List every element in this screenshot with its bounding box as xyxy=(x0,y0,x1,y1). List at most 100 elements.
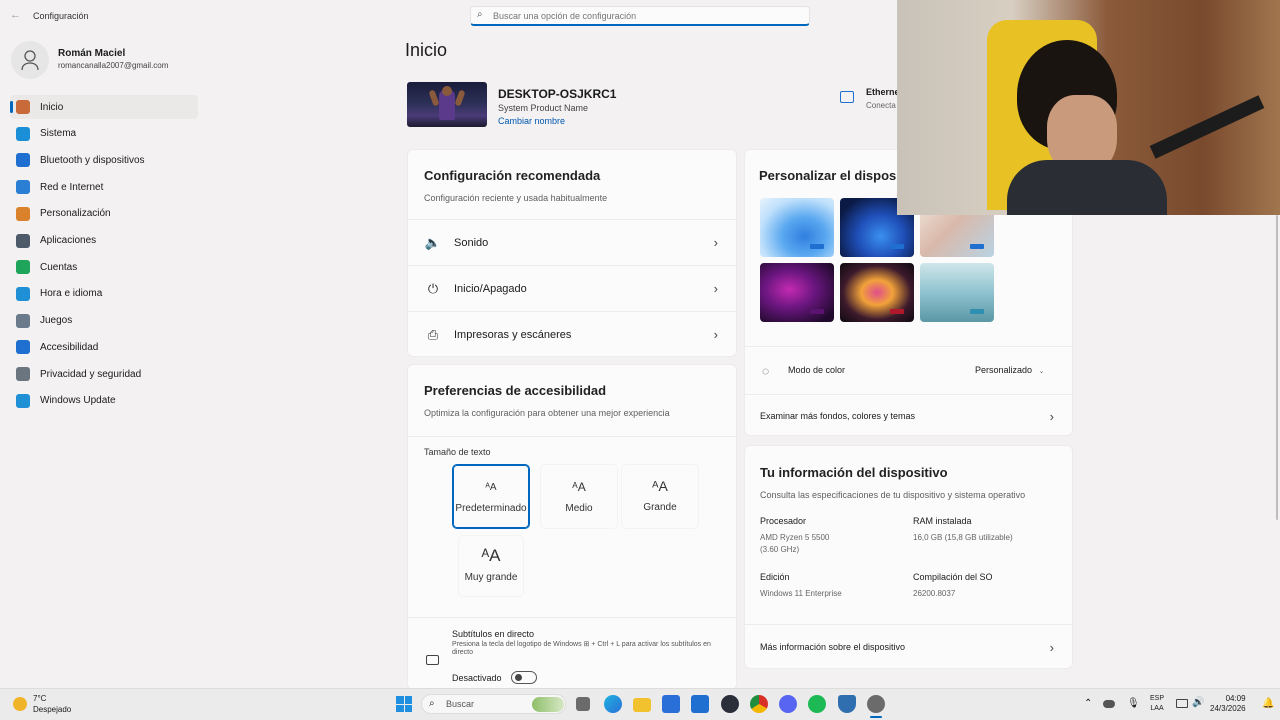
sidebar-item-aplicaciones[interactable]: Aplicaciones xyxy=(10,229,198,253)
processor-value: AMD Ryzen 5 5500 xyxy=(760,533,830,542)
text-size-default[interactable]: ᴬA Predeterminado xyxy=(452,464,530,529)
accounts-icon xyxy=(16,260,30,275)
text-size-label: Predeterminado xyxy=(455,503,527,514)
network-label[interactable]: Etherne xyxy=(866,87,900,97)
edge-icon[interactable] xyxy=(604,695,622,713)
personalize-more-row[interactable]: Examinar más fondos, colores y temas › xyxy=(745,394,1072,437)
sidebar-item-juegos[interactable]: Juegos xyxy=(10,309,198,333)
wallpaper-thumb[interactable] xyxy=(920,263,994,322)
task-view-icon[interactable] xyxy=(576,697,590,711)
outlook-icon[interactable] xyxy=(691,695,709,713)
system-icon xyxy=(16,126,30,141)
scrollbar[interactable] xyxy=(1276,215,1278,520)
store-icon[interactable] xyxy=(662,695,680,713)
recommended-subtitle: Configuración reciente y usada habitualm… xyxy=(424,193,608,203)
sidebar-item-privacidad-y-seguridad[interactable]: Privacidad y seguridad xyxy=(10,362,198,386)
tray-cloud-icon[interactable] xyxy=(1103,700,1115,708)
sidebar-item-hora-e-idioma[interactable]: Hora e idioma xyxy=(10,282,198,306)
active-app-indicator xyxy=(870,716,882,718)
gamepad-icon xyxy=(16,313,30,328)
wallpaper-thumb[interactable] xyxy=(760,198,834,257)
weather-icon[interactable] xyxy=(13,697,27,711)
device-info-card: Tu información del dispositivo Consulta … xyxy=(744,445,1073,669)
file-explorer-icon[interactable] xyxy=(633,698,651,712)
text-size-xlarge[interactable]: ᴬA Muy grande xyxy=(458,535,524,597)
search-input[interactable] xyxy=(493,9,793,23)
captions-toggle[interactable] xyxy=(511,671,537,684)
sidebar-item-inicio[interactable]: Inicio xyxy=(10,95,198,119)
sidebar-item-personalización[interactable]: Personalización xyxy=(10,202,198,226)
text-size-large[interactable]: ᴬA Grande xyxy=(621,464,699,529)
wallpaper-thumb[interactable] xyxy=(840,263,914,322)
recommended-row-power[interactable]: ⏻ Inicio/Apagado › xyxy=(408,265,736,311)
recommended-row-printers[interactable]: ⎙ Impresoras y escáneres › xyxy=(408,311,736,357)
personalize-title: Personalizar el dispositi xyxy=(759,168,908,183)
notification-bell-icon[interactable]: 🔔 xyxy=(1262,698,1274,709)
chevron-up-icon[interactable]: ⌃ xyxy=(1084,698,1092,709)
row-label: Sonido xyxy=(454,236,489,249)
weather-temp: 7°C xyxy=(33,694,47,703)
color-mode-dropdown[interactable]: Personalizado ⌄ xyxy=(975,365,1044,375)
chevron-down-icon: ⌄ xyxy=(1038,368,1045,375)
shield-icon xyxy=(16,367,30,381)
sidebar-item-label: Aplicaciones xyxy=(40,235,97,246)
recommended-title: Configuración recomendada xyxy=(424,168,601,183)
discord-icon[interactable] xyxy=(779,695,797,713)
steam-icon[interactable] xyxy=(721,695,739,713)
device-name: DESKTOP-OSJKRC1 xyxy=(498,87,617,101)
tray-audio-icon[interactable]: 🔊 xyxy=(1192,697,1204,708)
clock-time: 04:09 xyxy=(1225,694,1246,703)
build-value: 26200.8037 xyxy=(913,589,956,598)
accessibility-icon xyxy=(16,340,30,355)
sidebar-item-bluetooth-y-dispositivos[interactable]: Bluetooth y dispositivos xyxy=(10,148,198,172)
sidebar-item-red-e-internet[interactable]: Red e Internet xyxy=(10,175,198,199)
avatar[interactable] xyxy=(11,41,49,79)
processor-value-2: (3.60 GHz) xyxy=(760,545,800,554)
brush-icon xyxy=(16,206,30,221)
wallpaper-thumb[interactable] xyxy=(760,263,834,322)
window-title: Configuración xyxy=(33,11,89,21)
sidebar-item-cuentas[interactable]: Cuentas xyxy=(10,255,198,279)
text-size-medium[interactable]: ᴬA Medio xyxy=(540,464,618,529)
recommended-card: Configuración recomendada Configuración … xyxy=(407,149,737,357)
device-thumbnail xyxy=(407,82,487,127)
text-size-label: Muy grande xyxy=(464,572,518,583)
sidebar-item-windows-update[interactable]: Windows Update xyxy=(10,389,198,413)
sidebar-item-label: Inicio xyxy=(40,101,64,113)
divider xyxy=(408,617,736,618)
color-mode-value: Personalizado xyxy=(975,365,1033,375)
text-size-glyph: ᴬA xyxy=(485,482,497,493)
rename-link[interactable]: Cambiar nombre xyxy=(498,116,565,126)
recommended-row-sound[interactable]: 🔈 Sonido › xyxy=(408,219,736,265)
clock[interactable]: 04:09 24/3/2026 xyxy=(1210,694,1246,714)
page-title: Inicio xyxy=(405,40,448,60)
search-box[interactable]: ⌕ xyxy=(470,6,810,26)
user-email: romancanalla2007@gmail.com xyxy=(58,61,169,70)
language-indicator[interactable]: ESP LAA xyxy=(1150,694,1164,714)
sidebar-item-label: Juegos xyxy=(40,315,73,327)
back-button[interactable]: ← xyxy=(10,9,21,21)
security-icon[interactable] xyxy=(838,695,856,713)
sidebar-item-label: Accesibilidad xyxy=(40,341,99,353)
spotify-icon[interactable] xyxy=(808,695,826,713)
sidebar-item-label: Red e Internet xyxy=(40,181,104,193)
taskbar-search[interactable]: ⌕ Buscar xyxy=(421,694,566,714)
edition-label: Edición xyxy=(760,572,790,582)
sidebar-item-sistema[interactable]: Sistema xyxy=(10,122,198,146)
sidebar-item-accesibilidad[interactable]: Accesibilidad xyxy=(10,335,198,359)
tray-network-icon[interactable] xyxy=(1176,699,1188,708)
tray-mic-icon[interactable]: 🎙 xyxy=(1127,698,1140,709)
text-size-label: Tamaño de texto xyxy=(424,447,491,457)
row-label: Examinar más fondos, colores y temas xyxy=(760,411,916,421)
accessibility-card: Preferencias de accesibilidad Optimiza l… xyxy=(407,364,737,690)
ram-value: 16,0 GB (15,8 GB utilizable) xyxy=(913,533,1013,542)
person-icon xyxy=(21,50,39,71)
user-name: Román Maciel xyxy=(58,48,126,59)
ethernet-icon xyxy=(840,91,854,103)
device-info-more-row[interactable]: Más información sobre el dispositivo › xyxy=(745,624,1072,669)
chrome-icon[interactable] xyxy=(750,695,768,713)
settings-taskbar-icon[interactable] xyxy=(867,695,885,713)
start-button[interactable] xyxy=(396,696,412,712)
speaker-icon: 🔈 xyxy=(424,234,442,250)
language-layout: LAA xyxy=(1150,705,1164,712)
